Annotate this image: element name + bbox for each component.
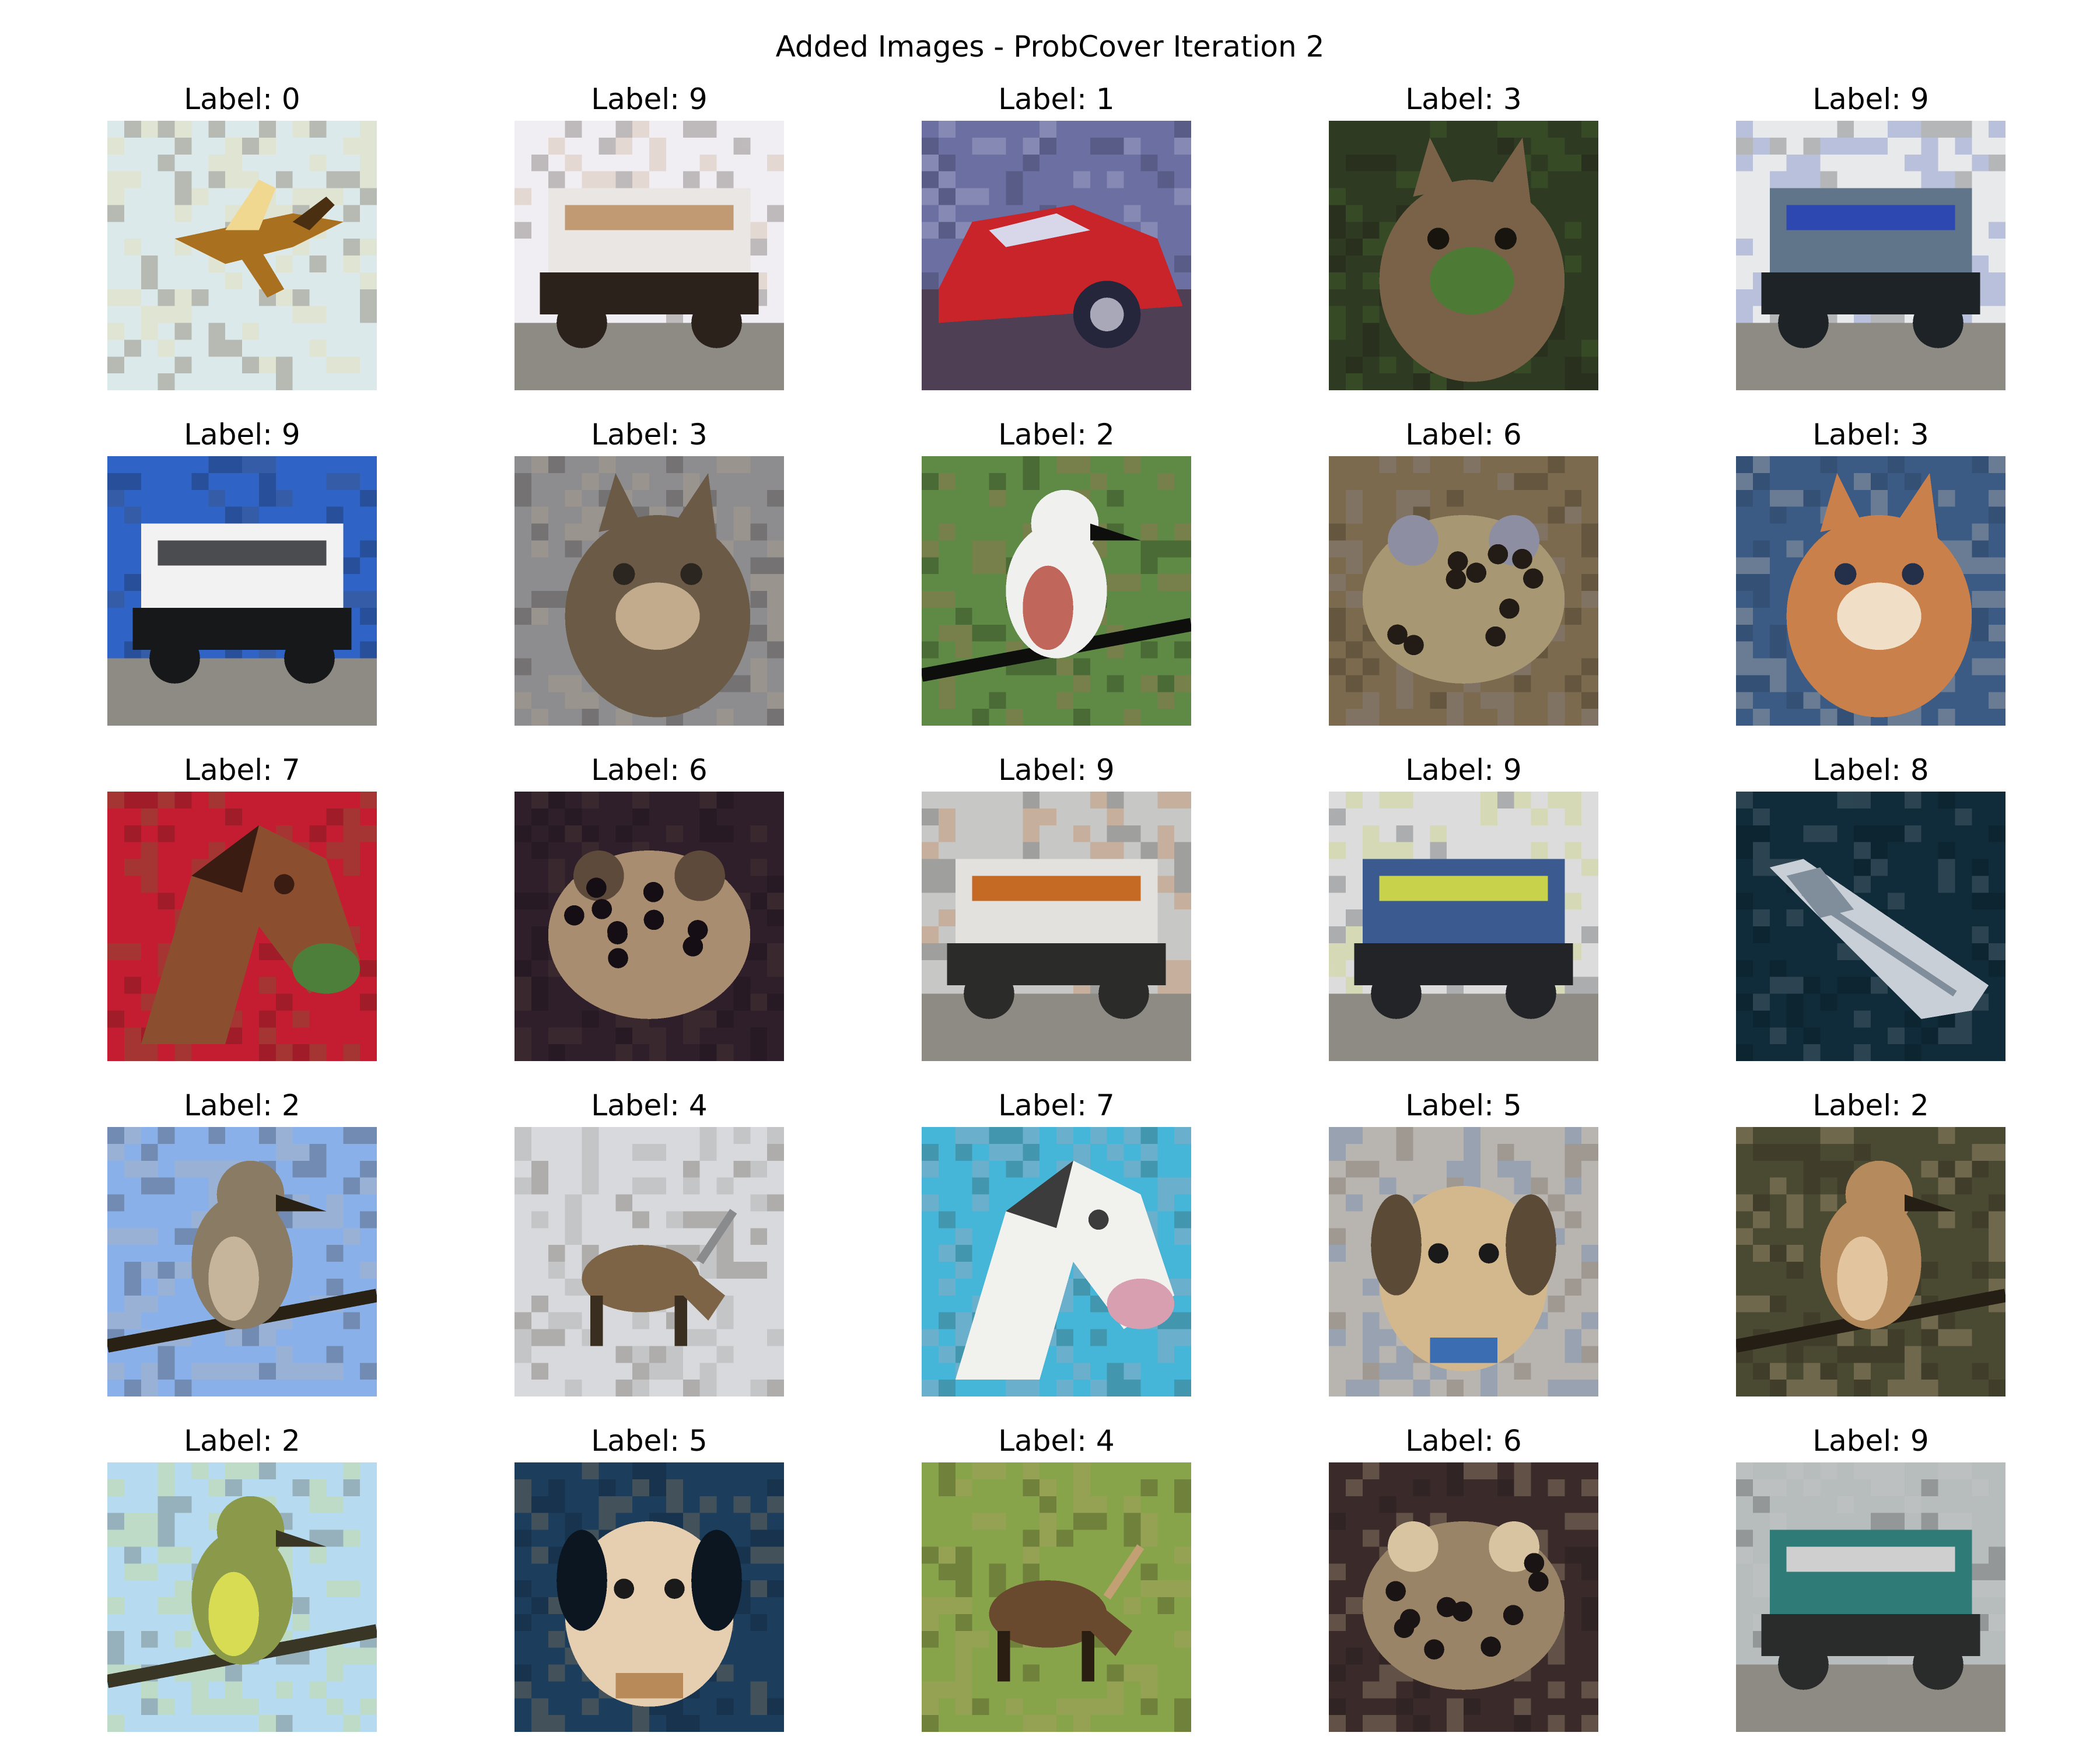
bird-image <box>107 1462 377 1732</box>
frog-image <box>1329 1462 1598 1732</box>
dog-image <box>514 1462 784 1732</box>
image-label: Label: 1 <box>998 82 1115 116</box>
truck-figure <box>1329 859 1598 1061</box>
truck-thumbnail <box>107 456 377 726</box>
frog-figure <box>548 850 751 1019</box>
cat-thumbnail <box>1329 121 1598 390</box>
deer-image <box>514 1127 784 1396</box>
frog-thumbnail <box>514 792 784 1061</box>
truck-image <box>514 121 784 390</box>
cat-image <box>1329 121 1598 390</box>
frog-thumbnail <box>1329 1462 1598 1732</box>
truck-image <box>107 456 377 726</box>
bird-thumbnail <box>107 1462 377 1732</box>
truck-thumbnail <box>922 792 1191 1061</box>
bird-thumbnail <box>1736 1127 2006 1396</box>
frog-figure <box>1362 1521 1565 1690</box>
dog-thumbnail <box>1329 1127 1598 1396</box>
image-label: Label: 4 <box>591 1088 708 1122</box>
deer-thumbnail <box>514 1127 784 1396</box>
frog-thumbnail <box>1329 456 1598 726</box>
ship-thumbnail <box>1736 792 2006 1061</box>
image-label: Label: 6 <box>591 753 708 787</box>
image-label: Label: 9 <box>184 418 300 452</box>
bird-thumbnail <box>107 1127 377 1396</box>
image-label: Label: 2 <box>998 418 1115 452</box>
truck-image <box>1736 1462 2006 1732</box>
horse-thumbnail <box>922 1127 1191 1396</box>
frog-image <box>1329 456 1598 726</box>
image-label: Label: 5 <box>591 1424 708 1458</box>
frog-image <box>514 792 784 1061</box>
bird-image <box>1736 1127 2006 1396</box>
cat-image <box>1736 456 2006 726</box>
bird-image <box>922 456 1191 726</box>
airplane-image <box>107 121 377 390</box>
truck-image <box>922 792 1191 1061</box>
dog-thumbnail <box>514 1462 784 1732</box>
image-label: Label: 9 <box>1812 1424 1929 1458</box>
cat-image <box>514 456 784 726</box>
truck-figure <box>107 523 377 726</box>
truck-image <box>1329 792 1598 1061</box>
bird-image <box>107 1127 377 1396</box>
image-label: Label: 7 <box>184 753 300 787</box>
image-label: Label: 3 <box>591 418 708 452</box>
airplane-thumbnail <box>107 121 377 390</box>
truck-figure <box>514 188 784 390</box>
truck-figure <box>922 859 1191 1061</box>
truck-thumbnail <box>514 121 784 390</box>
image-label: Label: 9 <box>998 753 1115 787</box>
horse-image <box>922 1127 1191 1396</box>
truck-thumbnail <box>1329 792 1598 1061</box>
figure-title: Added Images - ProbCover Iteration 2 <box>775 30 1325 64</box>
horse-thumbnail <box>107 792 377 1061</box>
truck-image <box>1736 121 2006 390</box>
horse-image <box>107 792 377 1061</box>
image-label: Label: 8 <box>1812 753 1929 787</box>
dog-image <box>1329 1127 1598 1396</box>
image-label: Label: 9 <box>1812 82 1929 116</box>
frog-figure <box>1362 515 1565 684</box>
truck-figure <box>1736 1530 2006 1732</box>
deer-image <box>922 1462 1191 1732</box>
image-label: Label: 4 <box>998 1424 1115 1458</box>
image-label: Label: 9 <box>591 82 708 116</box>
image-label: Label: 3 <box>1405 82 1522 116</box>
cat-thumbnail <box>514 456 784 726</box>
truck-thumbnail <box>1736 121 2006 390</box>
image-label: Label: 9 <box>1405 753 1522 787</box>
automobile-image <box>922 121 1191 390</box>
image-label: Label: 0 <box>184 82 300 116</box>
image-label: Label: 2 <box>1812 1088 1929 1122</box>
image-label: Label: 6 <box>1405 1424 1522 1458</box>
ship-image <box>1736 792 2006 1061</box>
image-label: Label: 2 <box>184 1424 300 1458</box>
automobile-thumbnail <box>922 121 1191 390</box>
image-label: Label: 3 <box>1812 418 1929 452</box>
cat-thumbnail <box>1736 456 2006 726</box>
bird-thumbnail <box>922 456 1191 726</box>
image-label: Label: 6 <box>1405 418 1522 452</box>
image-label: Label: 5 <box>1405 1088 1522 1122</box>
image-label: Label: 7 <box>998 1088 1115 1122</box>
truck-figure <box>1736 188 2006 390</box>
image-label: Label: 2 <box>184 1088 300 1122</box>
deer-thumbnail <box>922 1462 1191 1732</box>
truck-thumbnail <box>1736 1462 2006 1732</box>
